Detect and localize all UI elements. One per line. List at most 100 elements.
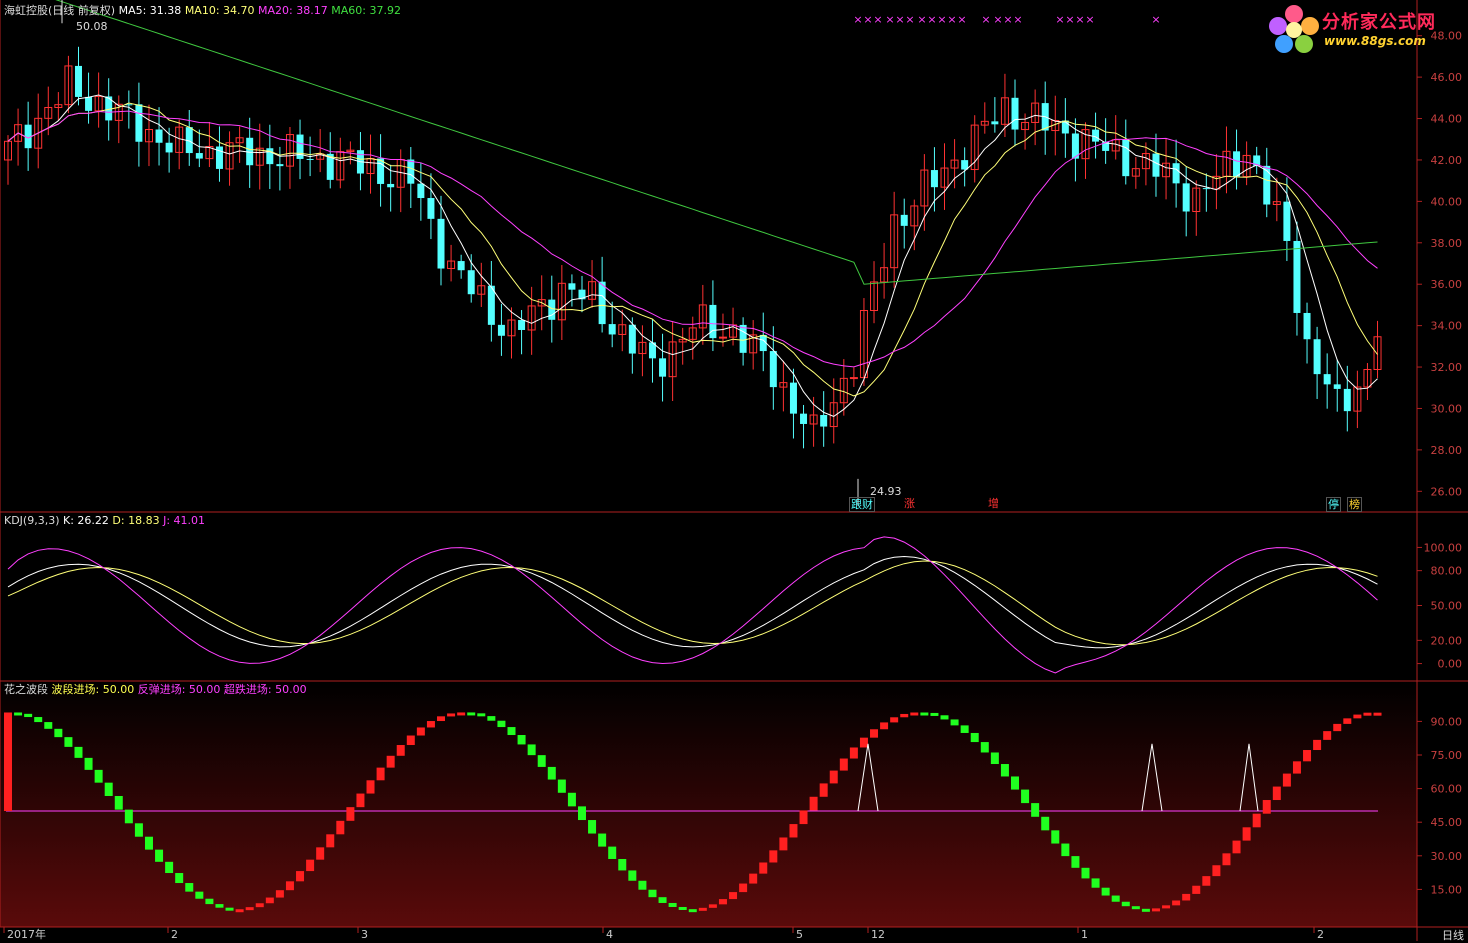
candle-up	[849, 377, 858, 380]
ma60-label: MA60: 37.92	[331, 4, 401, 17]
flower-block-up	[739, 883, 748, 893]
candle-down	[930, 170, 938, 188]
candle-down	[74, 65, 82, 97]
signal-mark: ×	[1055, 13, 1064, 26]
flower-block-down	[1101, 887, 1110, 896]
flower-block-up	[1303, 750, 1312, 762]
kdj-tick-label: 50.00	[1431, 600, 1463, 613]
flower-block-up	[1363, 712, 1372, 716]
flower-block-down	[54, 728, 63, 738]
flower-block-down	[1031, 803, 1040, 817]
signal-mark: ×	[917, 13, 926, 26]
flower-block-down	[134, 823, 143, 837]
candle-down	[608, 324, 616, 335]
candle-down	[598, 281, 606, 325]
flower-block-down	[104, 782, 113, 797]
x-axis-label: 1	[1081, 928, 1088, 941]
candle-down	[306, 158, 314, 160]
flower-block-down	[608, 846, 617, 859]
flower-block-down	[648, 889, 657, 898]
flower-tick-label: 75.00	[1431, 749, 1463, 762]
candle-down	[518, 320, 526, 330]
candle-down	[377, 158, 385, 184]
flower-block-up	[1313, 739, 1322, 751]
flower-block-up	[316, 847, 325, 860]
kdj-k-label: K: 26.22	[63, 514, 109, 527]
flower-block-down	[658, 897, 667, 903]
signal-mark: ×	[853, 13, 862, 26]
flower-block-down	[205, 898, 214, 905]
candle-down	[659, 358, 667, 377]
candle-down	[1172, 163, 1180, 184]
logo-url: www.88gs.com	[1324, 34, 1426, 48]
signal-mark: ×	[937, 13, 946, 26]
flower-block-down	[74, 746, 83, 758]
high-price-annotation: 50.08	[76, 20, 108, 33]
flower-block-down	[155, 849, 164, 862]
flower-block-up	[819, 783, 828, 797]
flower-block-down	[94, 769, 103, 783]
badge-rise[interactable]: 涨	[903, 497, 916, 510]
candle-down	[457, 261, 465, 271]
badge-increase[interactable]: 增	[987, 497, 1000, 510]
candle-down	[628, 324, 636, 354]
flower-block-down	[1131, 906, 1140, 910]
flower-block-up	[1151, 908, 1160, 912]
candle-down	[1011, 97, 1019, 130]
stock-chart[interactable]: 48.0046.0044.0042.0040.0038.0036.0034.00…	[0, 0, 1468, 941]
flower-block-up	[749, 873, 758, 884]
flower-title: 花之波段	[4, 683, 48, 696]
flower-block-down	[165, 861, 174, 874]
flower-tick-label: 45.00	[1431, 816, 1463, 829]
flower-block-up	[1272, 786, 1281, 801]
flower-block-down	[920, 712, 929, 716]
x-axis-label: 4	[606, 928, 613, 941]
flower-block-down	[1011, 776, 1019, 790]
stock-title: 海虹控股(日线 前复权)	[4, 4, 116, 17]
flower-block-down	[557, 779, 566, 793]
x-axis-label: 5	[796, 928, 803, 941]
flower-block-up	[306, 859, 315, 872]
flower-block-down	[567, 792, 576, 807]
logo-text: 分析家公式网	[1322, 12, 1436, 33]
flower-block-up	[890, 717, 899, 723]
flower-block-up	[396, 745, 405, 756]
price-tick-label: 26.00	[1431, 485, 1463, 498]
flower-block-up	[437, 716, 446, 722]
flower-block-down	[688, 909, 697, 913]
flower-block-up	[698, 907, 707, 911]
x-axis-label: 12	[871, 928, 885, 941]
flower-block-up	[1162, 905, 1171, 909]
flower-block-up	[1222, 853, 1231, 866]
candle-down	[85, 96, 93, 111]
flower-block-up	[235, 909, 244, 913]
flower-block-up	[1232, 840, 1241, 854]
flower-block-down	[588, 820, 597, 834]
flower-block-down	[1061, 843, 1070, 857]
price-tick-label: 28.00	[1431, 444, 1463, 457]
signal-mark: ×	[885, 13, 894, 26]
badge-list[interactable]: 榜	[1347, 497, 1362, 512]
candle-down	[417, 183, 425, 199]
flower-block-up	[1353, 714, 1362, 719]
flower-block-down	[547, 766, 556, 780]
flower-block-down	[64, 737, 73, 747]
flower-block-up	[1333, 723, 1342, 732]
kdj-title: KDJ(9,3,3)	[4, 514, 60, 527]
flower-block-up	[809, 796, 818, 811]
flower-block-up	[1343, 718, 1352, 724]
flower-block-down	[598, 833, 607, 847]
flower-block-down	[114, 796, 123, 810]
signal-mark: ×	[981, 13, 990, 26]
candle-down	[437, 218, 445, 269]
flower-block-up	[849, 747, 858, 759]
flower-block-up	[769, 850, 778, 863]
flower-block-down	[497, 720, 506, 728]
kdj-d-label: D: 18.83	[112, 514, 160, 527]
flower-block-up	[285, 881, 294, 891]
flower-block-up	[326, 834, 335, 848]
kdj-j-label: J: 41.01	[163, 514, 206, 527]
badge-halt[interactable]: 停	[1326, 497, 1341, 512]
badge-finance[interactable]: 跟财	[849, 497, 875, 512]
candle-down	[155, 129, 163, 143]
